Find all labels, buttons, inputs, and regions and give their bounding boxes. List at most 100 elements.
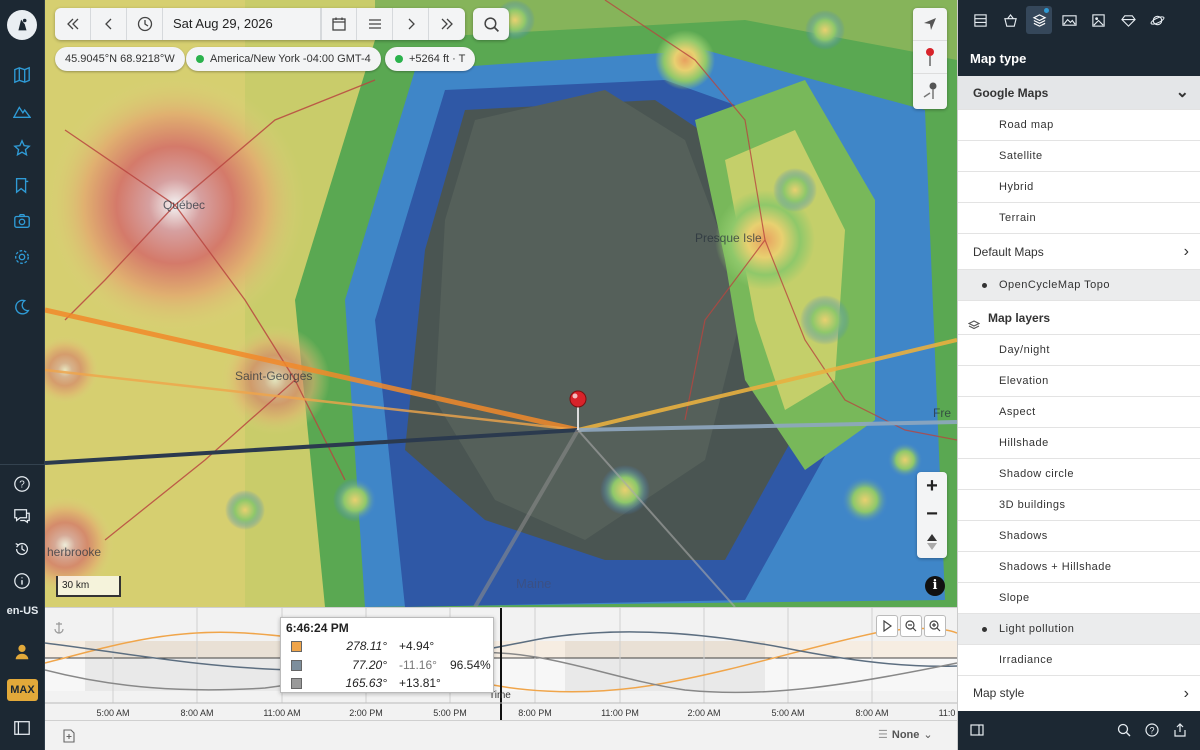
- tab-planet-icon[interactable]: [1144, 6, 1170, 34]
- layer-day-night[interactable]: Day/night: [958, 335, 1200, 366]
- locate-button[interactable]: [913, 8, 947, 41]
- status-dot-icon: [196, 55, 204, 63]
- tooltip-time: 6:46:24 PM: [286, 621, 349, 635]
- tab-image-icon[interactable]: [1085, 6, 1111, 34]
- user-avatar-icon[interactable]: [8, 638, 36, 666]
- google-maps-section[interactable]: Google Maps ⌄: [958, 76, 1200, 110]
- rewind-fast-button[interactable]: [55, 8, 91, 40]
- drop-pin-button[interactable]: [913, 41, 947, 74]
- camera-icon[interactable]: [8, 207, 36, 235]
- overlay-select[interactable]: ☰ None ⌄: [878, 728, 933, 741]
- max-plan-badge[interactable]: MAX: [7, 679, 38, 701]
- settings-gear-icon[interactable]: [8, 243, 36, 271]
- panel-toggle-icon[interactable]: [8, 714, 36, 742]
- now-clock-button[interactable]: [127, 8, 163, 40]
- option-hybrid[interactable]: Hybrid: [958, 172, 1200, 203]
- elevation-pill[interactable]: +5264 ft · T: [385, 47, 476, 71]
- chevron-down-icon: ⌄: [923, 729, 933, 741]
- menu-button[interactable]: [357, 8, 393, 40]
- help-icon[interactable]: ?: [8, 470, 36, 498]
- reset-north-button[interactable]: [917, 528, 947, 556]
- map-style-label: Map style: [973, 686, 1025, 700]
- elevation-text: +5264 ft · T: [409, 53, 466, 65]
- tab-landscape-icon[interactable]: [1056, 6, 1082, 34]
- default-maps-section[interactable]: Default Maps ›: [958, 234, 1200, 270]
- tab-layers-icon[interactable]: [1026, 6, 1052, 34]
- map-label-fredericton: Fre: [933, 406, 951, 420]
- sidebar-toggle-icon[interactable]: [970, 723, 984, 742]
- next-day-button[interactable]: [393, 8, 429, 40]
- bookmark-icon[interactable]: [8, 171, 36, 199]
- layer-shadows-hillshade[interactable]: Shadows + Hillshade: [958, 552, 1200, 583]
- help-icon[interactable]: ?: [1145, 723, 1159, 742]
- tick-label: 11:00 AM: [263, 708, 301, 718]
- option-road-map[interactable]: Road map: [958, 110, 1200, 141]
- layer-light-pollution[interactable]: Light pollution: [958, 614, 1200, 645]
- calendar-button[interactable]: [321, 8, 357, 40]
- layer-shadows[interactable]: Shadows: [958, 521, 1200, 552]
- option-terrain[interactable]: Terrain: [958, 203, 1200, 234]
- layer-3d-buildings[interactable]: 3D buildings: [958, 490, 1200, 521]
- opencyclemap-label: OpenCycleMap Topo: [999, 279, 1111, 291]
- moon-swatch: [291, 660, 302, 671]
- option-opencyclemap-topo[interactable]: OpenCycleMap Topo: [958, 270, 1200, 301]
- status-dot-icon: [395, 55, 403, 63]
- option-satellite[interactable]: Satellite: [958, 141, 1200, 172]
- sidebar-divider: [0, 464, 45, 465]
- forward-fast-button[interactable]: [429, 8, 465, 40]
- search-button[interactable]: [473, 8, 509, 40]
- add-note-icon[interactable]: [63, 729, 75, 748]
- layer-hillshade[interactable]: Hillshade: [958, 428, 1200, 459]
- info-icon[interactable]: [8, 567, 36, 595]
- app-logo-icon[interactable]: [7, 10, 37, 40]
- zoom-in-button[interactable]: +: [917, 472, 947, 500]
- map-canvas[interactable]: Québec Presque Isle Saint-Georges herbro…: [45, 0, 957, 607]
- observer-pin-button[interactable]: [913, 74, 947, 107]
- search-icon: [483, 16, 499, 32]
- zoom-out-button[interactable]: −: [917, 500, 947, 528]
- timeline-zoom-out-button[interactable]: [900, 615, 922, 637]
- map-label-presque-isle: Presque Isle: [695, 231, 762, 245]
- mountain-icon[interactable]: [8, 97, 36, 125]
- coordinates-pill[interactable]: 45.9045°N 68.9218°W: [55, 47, 185, 71]
- timeline-controls: [876, 615, 946, 637]
- share-icon[interactable]: [1173, 723, 1187, 742]
- map-style-section[interactable]: Map style ›: [958, 676, 1200, 711]
- layer-shadow-circle[interactable]: Shadow circle: [958, 459, 1200, 490]
- play-icon: [883, 620, 893, 632]
- map-icon[interactable]: [8, 61, 36, 89]
- previous-day-button[interactable]: [91, 8, 127, 40]
- timezone-pill[interactable]: America/New York -04:00 GMT-4: [186, 47, 381, 71]
- layer-aspect[interactable]: Aspect: [958, 397, 1200, 428]
- svg-text:?: ?: [19, 480, 25, 491]
- chat-icon[interactable]: [8, 502, 36, 530]
- layer-elevation[interactable]: Elevation: [958, 366, 1200, 397]
- clock-icon: [137, 16, 152, 32]
- tab-list-icon[interactable]: [967, 6, 993, 34]
- layer-slope[interactable]: Slope: [958, 583, 1200, 614]
- chevron-right-icon: ›: [1183, 243, 1189, 260]
- tab-diamond-icon[interactable]: [1115, 6, 1141, 34]
- tick-label: 8:00 PM: [518, 708, 552, 718]
- zoom-in-icon: [929, 620, 941, 632]
- third-swatch: [291, 678, 302, 689]
- star-icon[interactable]: [8, 134, 36, 162]
- layer-irradiance[interactable]: Irradiance: [958, 645, 1200, 676]
- timeline-chart[interactable]: Time 5:00 AM 8:00 AM 11:00 AM 2:00 PM 5:…: [45, 607, 957, 720]
- map-scale-bar: 30 km: [56, 576, 121, 597]
- tick-label: 5:00 AM: [96, 708, 130, 718]
- map-label-saint-georges: Saint-Georges: [235, 369, 313, 383]
- date-display[interactable]: Sat Aug 29, 2026: [163, 8, 321, 40]
- tab-basket-icon[interactable]: [997, 6, 1023, 34]
- play-button[interactable]: [876, 615, 898, 637]
- search-icon[interactable]: [1117, 723, 1131, 742]
- map-info-button[interactable]: i: [925, 576, 945, 596]
- chevron-left-icon: [104, 18, 111, 30]
- date-toolbar: Sat Aug 29, 2026: [55, 8, 465, 40]
- map-layers-label: Map layers: [988, 311, 1051, 325]
- locale-selector[interactable]: en-US: [0, 605, 45, 617]
- night-mode-moon-icon[interactable]: [8, 293, 36, 321]
- timeline-zoom-in-button[interactable]: [924, 615, 946, 637]
- history-icon[interactable]: [8, 535, 36, 563]
- tick-label: 5:00 PM: [433, 708, 467, 718]
